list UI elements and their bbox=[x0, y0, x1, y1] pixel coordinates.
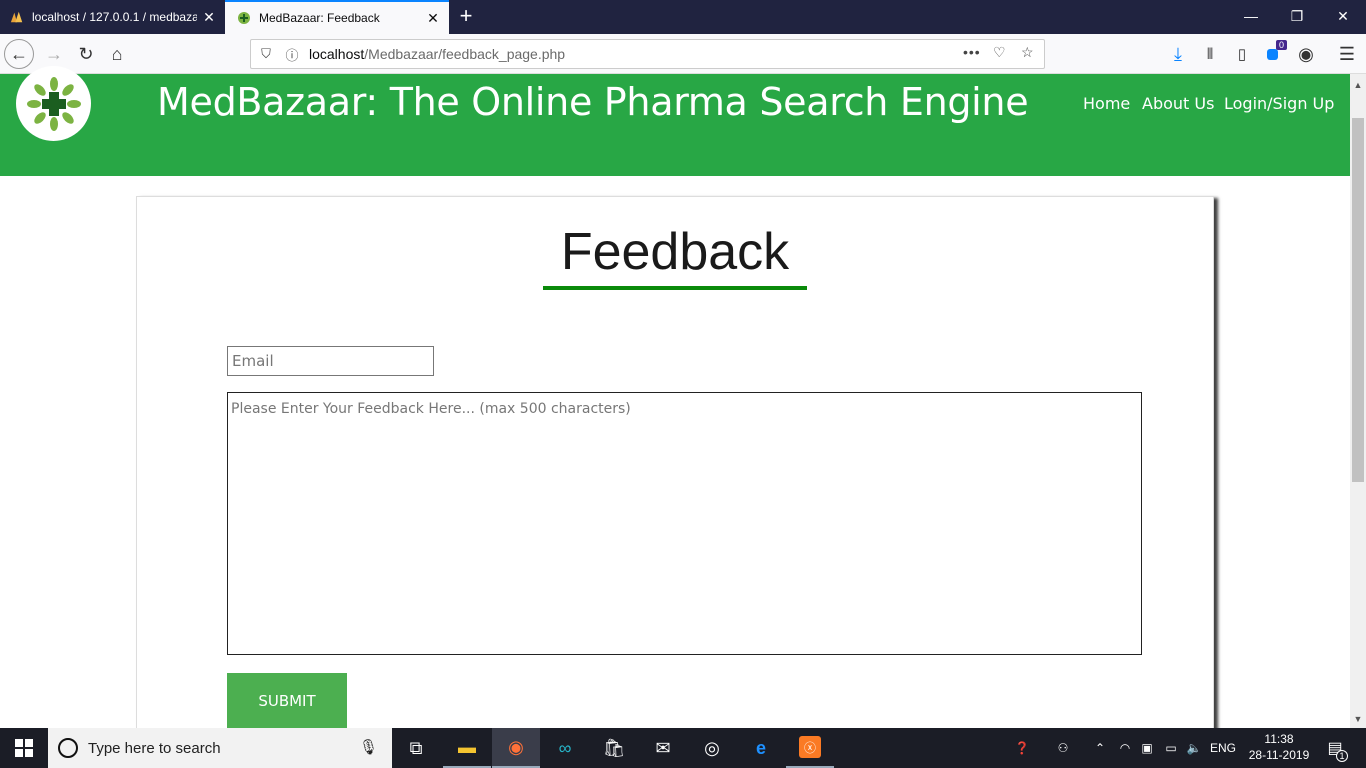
taskbar-search-placeholder: Type here to search bbox=[88, 739, 221, 757]
pocket-icon[interactable]: ♡ bbox=[993, 44, 1006, 61]
tab-title: MedBazaar: Feedback bbox=[259, 11, 380, 25]
phpmyadmin-icon bbox=[10, 10, 24, 24]
windows-start-icon[interactable] bbox=[0, 728, 48, 768]
svg-text:ⓧ: ⓧ bbox=[804, 741, 816, 755]
taskbar-search-box[interactable]: Type here to search 🎙 bbox=[48, 728, 392, 768]
email-field[interactable] bbox=[227, 346, 434, 376]
scroll-down-icon[interactable]: ▼ bbox=[1350, 710, 1366, 728]
firefox-icon[interactable]: ◉ bbox=[492, 728, 540, 768]
wifi-icon[interactable]: ◠ bbox=[1114, 728, 1136, 768]
forward-icon[interactable]: → bbox=[40, 40, 68, 68]
site-title: MedBazaar: The Online Pharma Search Engi… bbox=[157, 80, 1029, 124]
bookmark-star-icon[interactable]: ☆ bbox=[1021, 44, 1034, 61]
help-icon[interactable]: ❓ bbox=[1008, 728, 1036, 768]
microsoft-store-icon[interactable]: 🛍 bbox=[590, 728, 638, 768]
mail-icon[interactable]: ✉ bbox=[639, 728, 687, 768]
home-icon[interactable]: ⌂ bbox=[103, 40, 131, 68]
clock-time: 11:38 bbox=[1264, 732, 1294, 746]
close-tab-icon[interactable]: ✕ bbox=[421, 10, 445, 27]
browser-tab-bar: localhost / 127.0.0.1 / medbaza ✕ MedBaz… bbox=[0, 0, 1366, 34]
submit-button[interactable]: SUBMIT bbox=[227, 673, 347, 728]
scroll-up-icon[interactable]: ▲ bbox=[1350, 76, 1366, 94]
notification-count-badge: 1 bbox=[1336, 750, 1348, 762]
tab-phpmyadmin[interactable]: localhost / 127.0.0.1 / medbaza ✕ bbox=[0, 0, 225, 34]
close-tab-icon[interactable]: ✕ bbox=[197, 9, 221, 26]
nav-login-signup-link[interactable]: Login/Sign Up bbox=[1224, 94, 1334, 113]
page-actions-menu-icon[interactable]: ••• bbox=[963, 44, 981, 60]
tab-feedback[interactable]: MedBazaar: Feedback ✕ bbox=[225, 0, 449, 34]
extension-badge: 0 bbox=[1276, 40, 1288, 50]
window-close-icon[interactable]: ✕ bbox=[1320, 0, 1366, 34]
battery-icon[interactable]: ▭ bbox=[1160, 728, 1182, 768]
account-icon[interactable]: ◉ bbox=[1292, 40, 1320, 68]
feedback-textarea[interactable] bbox=[227, 392, 1142, 655]
shield-icon[interactable]: ⛉ bbox=[255, 46, 277, 62]
volume-icon[interactable]: 🔈 bbox=[1183, 728, 1205, 768]
clock-date: 28-11-2019 bbox=[1248, 748, 1310, 762]
action-center-icon[interactable]: ▤ 1 bbox=[1320, 728, 1350, 768]
medbazaar-logo[interactable] bbox=[16, 66, 91, 141]
xampp-icon[interactable]: ⓧ bbox=[786, 728, 834, 768]
feedback-heading: Feedback bbox=[560, 223, 790, 281]
arduino-icon[interactable]: ∞ bbox=[541, 728, 589, 768]
back-icon[interactable]: ← bbox=[4, 39, 34, 69]
show-hidden-icons-icon[interactable]: ⌃ bbox=[1090, 728, 1110, 768]
microphone-icon[interactable]: 🎙 bbox=[359, 738, 378, 756]
extension-icon[interactable]: 0 bbox=[1260, 40, 1288, 68]
edge-icon[interactable]: e bbox=[737, 728, 785, 768]
task-view-icon[interactable]: ⧉ bbox=[392, 728, 440, 768]
library-icon[interactable]: ⫴ bbox=[1196, 40, 1224, 68]
info-icon[interactable]: ⓘ bbox=[281, 45, 303, 64]
minimize-icon[interactable]: — bbox=[1228, 0, 1274, 34]
url-bar[interactable]: ⛉ ⓘ localhost/Medbazaar/feedback_page.ph… bbox=[250, 39, 1045, 69]
sidebar-icon[interactable]: ▯ bbox=[1228, 40, 1256, 68]
new-tab-icon[interactable]: + bbox=[452, 4, 480, 30]
heading-underline bbox=[543, 286, 807, 290]
scrollbar-thumb[interactable] bbox=[1352, 118, 1364, 482]
menu-hamburger-icon[interactable]: ☰ bbox=[1333, 40, 1361, 68]
tab-title: localhost / 127.0.0.1 / medbaza bbox=[32, 10, 197, 24]
nav-home-link[interactable]: Home bbox=[1083, 94, 1130, 113]
downloads-icon[interactable]: ⤓ bbox=[1164, 40, 1192, 68]
restore-icon[interactable]: ❐ bbox=[1274, 0, 1320, 34]
medbazaar-favicon-icon bbox=[237, 11, 251, 25]
browser-toolbar: ← → ↻ ⌂ ⛉ ⓘ localhost/Medbazaar/feedback… bbox=[0, 34, 1366, 74]
windows-taskbar: Type here to search 🎙 ⧉ ▬ ◉ ∞ 🛍 ✉ ◎ e ⓧ … bbox=[0, 728, 1366, 768]
language-indicator[interactable]: ENG bbox=[1208, 728, 1238, 768]
cortana-icon bbox=[58, 738, 78, 758]
groove-music-icon[interactable]: ◎ bbox=[688, 728, 736, 768]
reload-icon[interactable]: ↻ bbox=[72, 40, 100, 68]
nav-about-link[interactable]: About Us bbox=[1142, 94, 1214, 113]
url-text: localhost/Medbazaar/feedback_page.php bbox=[309, 46, 566, 62]
battery-saver-icon[interactable]: ▣ bbox=[1137, 728, 1157, 768]
people-icon[interactable]: ⚇ bbox=[1050, 728, 1076, 768]
file-explorer-icon[interactable]: ▬ bbox=[443, 728, 491, 768]
taskbar-clock[interactable]: 11:38 28-11-2019 bbox=[1244, 731, 1314, 763]
